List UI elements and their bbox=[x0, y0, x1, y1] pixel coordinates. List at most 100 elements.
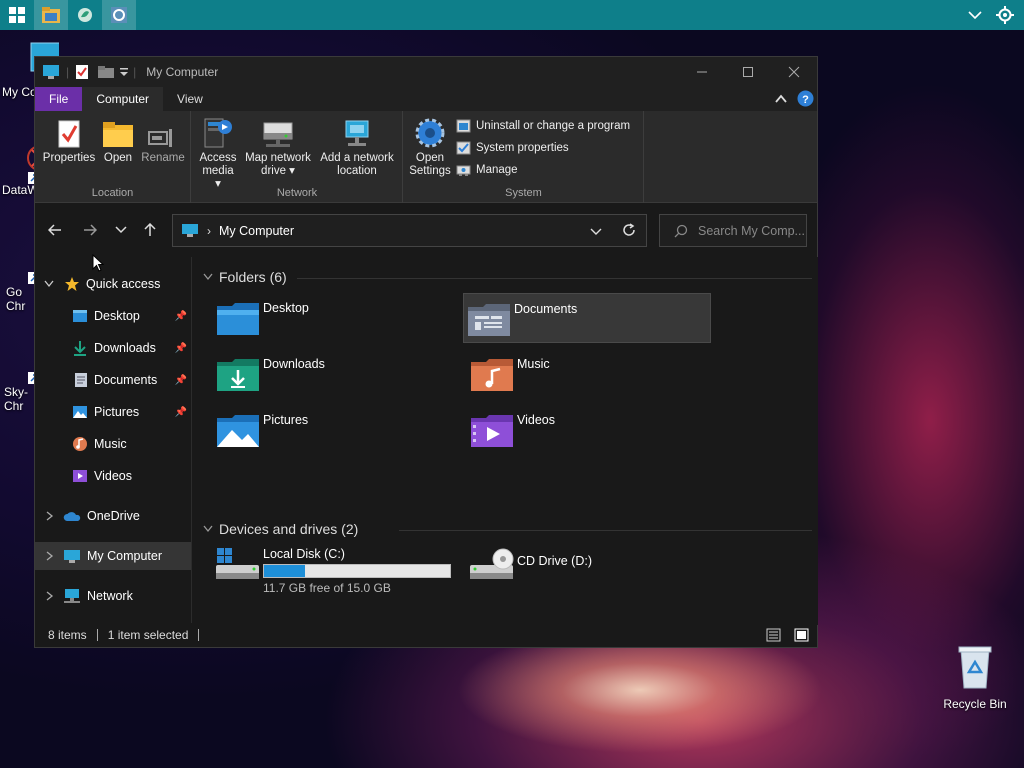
recycle-bin-icon bbox=[958, 646, 992, 689]
navigation-pane: Quick access Desktop 📌 Downloads 📌 Docum… bbox=[35, 257, 192, 625]
sidebar-item-network[interactable]: Network bbox=[35, 582, 191, 610]
rename-button[interactable]: Rename bbox=[139, 115, 187, 165]
help-icon: ? bbox=[797, 90, 814, 107]
properties-quick-icon[interactable] bbox=[75, 64, 89, 80]
pictures-icon bbox=[73, 406, 87, 418]
minimize-button[interactable] bbox=[679, 57, 725, 87]
arrow-right-icon bbox=[84, 224, 97, 236]
taskbar-file-explorer[interactable] bbox=[34, 0, 68, 30]
properties-button[interactable]: Properties bbox=[41, 115, 97, 165]
address-bar[interactable]: › My Computer bbox=[172, 214, 647, 247]
download-icon bbox=[74, 341, 86, 356]
ribbon: Properties Open Rename Location Access m… bbox=[35, 111, 817, 203]
content-pane: Folders (6) Desktop Documents Downloads … bbox=[193, 257, 818, 625]
drive-c-name: Local Disk (C:) bbox=[263, 547, 345, 561]
start-button[interactable] bbox=[0, 0, 34, 30]
cd-drive-icon bbox=[470, 548, 514, 579]
sidebar-item-quick-access[interactable]: Quick access bbox=[35, 270, 191, 298]
chevron-right-icon[interactable] bbox=[46, 591, 54, 601]
large-icons-view-button[interactable] bbox=[794, 628, 809, 645]
sidebar-item-music[interactable]: Music bbox=[35, 430, 191, 458]
refresh-button[interactable] bbox=[622, 223, 636, 240]
drive-c[interactable]: Local Disk (C:) 11.7 GB free of 15.0 GB bbox=[213, 545, 461, 595]
new-folder-quick-icon[interactable] bbox=[97, 65, 115, 79]
drives-section-header[interactable]: Devices and drives (2) bbox=[203, 521, 358, 537]
address-dropdown-button[interactable] bbox=[590, 225, 602, 239]
pin-icon: 📌 bbox=[174, 374, 187, 386]
explorer-window: | | My Computer File Computer View ? Pro… bbox=[34, 56, 818, 648]
map-network-drive-button[interactable]: Map network drive ▾ bbox=[242, 115, 314, 178]
open-settings-button[interactable]: Open Settings bbox=[406, 115, 454, 178]
maximize-button[interactable] bbox=[725, 57, 771, 87]
star-icon bbox=[65, 277, 79, 291]
details-view-button[interactable] bbox=[766, 628, 781, 645]
computer-icon bbox=[182, 224, 198, 237]
open-folder-icon bbox=[103, 122, 133, 147]
desktop-icon-recycle-bin[interactable]: Recycle Bin bbox=[940, 644, 1010, 711]
recent-locations-button[interactable] bbox=[109, 218, 133, 242]
breadcrumb-chevron-icon[interactable]: › bbox=[207, 224, 211, 238]
sidebar-item-downloads[interactable]: Downloads 📌 bbox=[35, 334, 191, 362]
chevron-right-icon[interactable] bbox=[46, 511, 54, 521]
tab-file[interactable]: File bbox=[35, 87, 83, 111]
chevron-down-icon bbox=[203, 273, 213, 281]
window-title: My Computer bbox=[146, 65, 219, 79]
pin-icon: 📌 bbox=[174, 406, 187, 418]
taskbar-app-leaf[interactable] bbox=[68, 0, 102, 30]
sidebar-item-my-computer[interactable]: My Computer bbox=[35, 542, 191, 570]
title-bar[interactable]: | | My Computer bbox=[35, 57, 817, 87]
chevron-right-icon[interactable] bbox=[46, 551, 54, 561]
help-button[interactable]: ? bbox=[797, 90, 814, 110]
taskbar-app-settings[interactable] bbox=[102, 0, 136, 30]
document-icon bbox=[75, 373, 87, 387]
sidebar-item-pictures[interactable]: Pictures 📌 bbox=[35, 398, 191, 426]
computer-icon bbox=[64, 549, 80, 563]
uninstall-icon bbox=[456, 119, 471, 133]
open-button[interactable]: Open bbox=[99, 115, 137, 165]
arrow-up-icon bbox=[144, 223, 156, 236]
network-icon bbox=[64, 589, 80, 603]
chevron-down-icon[interactable] bbox=[968, 10, 982, 20]
forward-button[interactable] bbox=[78, 218, 102, 242]
sidebar-item-videos[interactable]: Videos bbox=[35, 462, 191, 490]
back-button[interactable] bbox=[43, 218, 67, 242]
tab-view[interactable]: View bbox=[163, 87, 217, 111]
folder-music[interactable]: Music bbox=[467, 349, 715, 399]
customize-quick-access-icon[interactable] bbox=[119, 66, 129, 78]
sidebar-item-documents[interactable]: Documents 📌 bbox=[35, 366, 191, 394]
search-icon bbox=[674, 224, 688, 237]
drive-c-usage-bar bbox=[263, 564, 451, 578]
status-divider bbox=[96, 629, 98, 641]
ribbon-tabs: File Computer View ? bbox=[35, 87, 817, 111]
folders-section-header[interactable]: Folders (6) bbox=[203, 269, 287, 285]
videos-icon bbox=[73, 470, 87, 482]
folder-pictures[interactable]: Pictures bbox=[213, 405, 461, 455]
folder-desktop[interactable]: Desktop bbox=[213, 293, 461, 343]
uninstall-program-button[interactable]: Uninstall or change a program bbox=[456, 119, 630, 133]
search-input[interactable]: Search My Comp... bbox=[659, 214, 807, 247]
chevron-down-icon[interactable] bbox=[44, 280, 54, 288]
documents-folder-icon bbox=[468, 304, 510, 336]
computer-icon bbox=[43, 65, 59, 79]
system-properties-button[interactable]: System properties bbox=[456, 141, 569, 155]
collapse-ribbon-button[interactable] bbox=[775, 93, 787, 107]
manage-button[interactable]: Manage bbox=[456, 163, 518, 177]
app-leaf-icon bbox=[78, 8, 92, 22]
up-button[interactable] bbox=[138, 218, 162, 242]
drive-d[interactable]: CD Drive (D:) bbox=[467, 545, 715, 595]
search-placeholder: Search My Comp... bbox=[698, 223, 805, 238]
tab-computer[interactable]: Computer bbox=[82, 87, 164, 111]
add-network-location-button[interactable]: Add a network location bbox=[316, 115, 398, 178]
folder-downloads[interactable]: Downloads bbox=[213, 349, 461, 399]
close-button[interactable] bbox=[771, 57, 817, 87]
breadcrumb[interactable]: My Computer bbox=[219, 224, 294, 238]
status-divider bbox=[198, 629, 200, 641]
chevron-down-icon bbox=[115, 226, 127, 234]
folder-videos[interactable]: Videos bbox=[467, 405, 715, 455]
mouse-cursor-icon bbox=[92, 254, 105, 272]
sidebar-item-onedrive[interactable]: OneDrive bbox=[35, 502, 191, 530]
gear-icon[interactable] bbox=[996, 6, 1014, 24]
access-media-button[interactable]: Access media ▾ bbox=[198, 115, 238, 191]
sidebar-item-desktop[interactable]: Desktop 📌 bbox=[35, 302, 191, 330]
folder-documents[interactable]: Documents bbox=[463, 293, 711, 343]
